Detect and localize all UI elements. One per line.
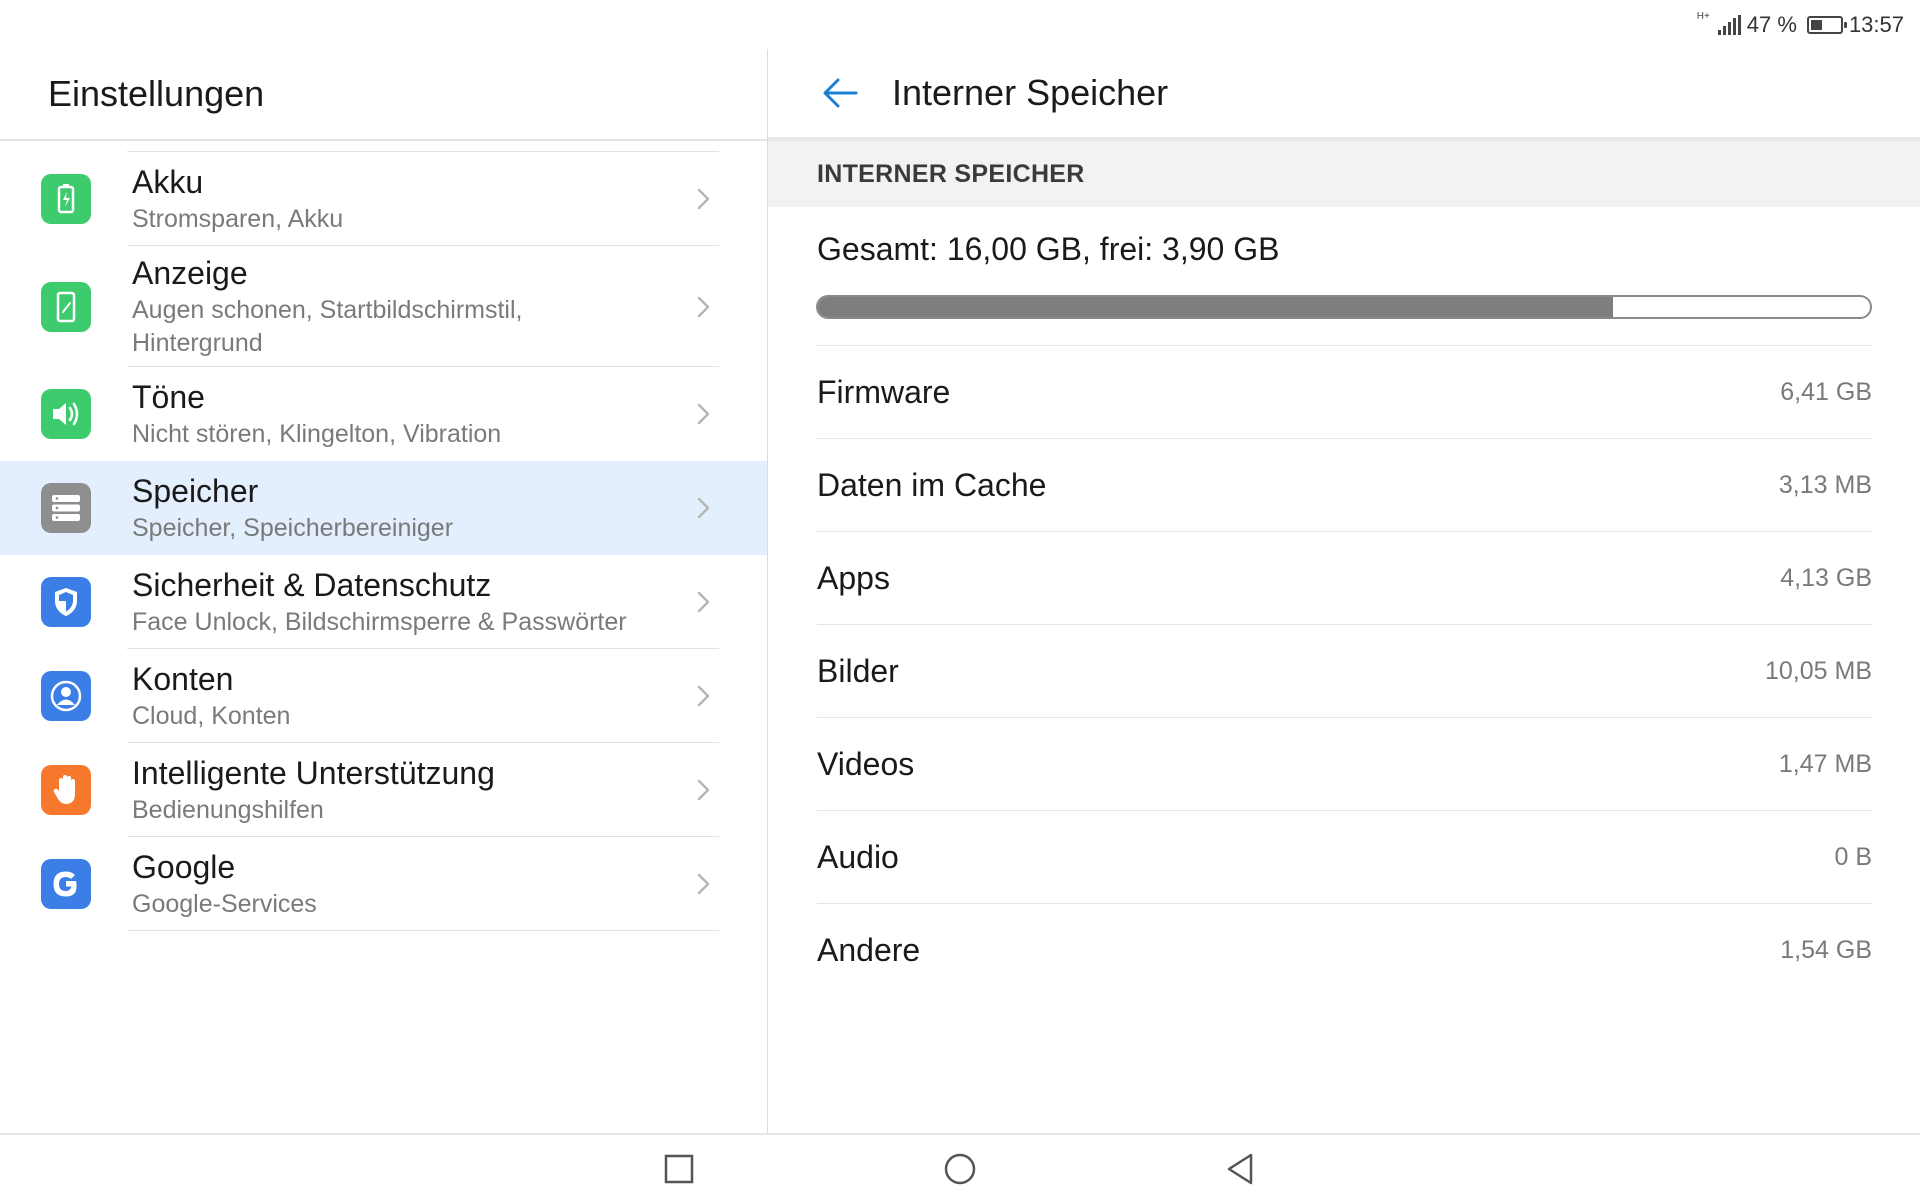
storage-row-value: 1,54 GB [1780, 936, 1872, 964]
sidebar-item-speicher[interactable]: Speicher Speicher, Speicherbereiniger [0, 461, 767, 555]
chevron-right-icon [691, 295, 715, 319]
square-icon [664, 1154, 694, 1184]
sidebar-item-label: Konten [132, 660, 234, 697]
sidebar-item-text: Töne Nicht stören, Klingelton, Vibration [132, 378, 692, 451]
sidebar-item-label: Sicherheit & Datenschutz [132, 566, 492, 603]
shield-icon [41, 577, 91, 627]
storage-breakdown-list: Firmware 6,41 GB Daten im Cache 3,13 MB Apps… [817, 345, 1872, 997]
battery-status-icon [1806, 16, 1847, 34]
storage-row-label: Audio [817, 838, 899, 875]
storage-row-videos[interactable]: Videos 1,47 MB [817, 718, 1872, 811]
sidebar-item-google[interactable]: Google Google-Services [0, 837, 767, 931]
storage-row-label: Daten im Cache [817, 466, 1047, 503]
hand-icon [41, 765, 91, 815]
sidebar-item-label: Google [132, 848, 236, 885]
chevron-right-icon [691, 402, 715, 426]
page-title: Interner Speicher [892, 72, 1169, 113]
sidebar-item-label: Töne [132, 378, 205, 415]
sidebar-item-subtitle: Google-Services [132, 889, 317, 918]
chevron-right-icon [691, 496, 715, 520]
signal-icon [1717, 15, 1741, 35]
arrow-left-icon [823, 78, 858, 108]
sidebar-item-subtitle: Speicher, Speicherbereiniger [132, 513, 454, 542]
sidebar-item-text: Konten Cloud, Konten [132, 660, 692, 733]
storage-row-apps[interactable]: Apps 4,13 GB [817, 532, 1872, 625]
recent-apps-button[interactable] [659, 1149, 699, 1189]
storage-row-label: Andere [817, 932, 921, 968]
sidebar-item-label: Intelligente Unterstützung [132, 754, 495, 791]
storage-row-label: Bilder [817, 652, 899, 689]
sidebar-item-konten[interactable]: Konten Cloud, Konten [0, 649, 767, 743]
storage-row-label: Videos [817, 745, 915, 782]
storage-row-label: Firmware [817, 373, 951, 410]
chevron-right-icon [691, 684, 715, 708]
settings-title: Einstellungen [0, 49, 767, 141]
sidebar-item-akku[interactable]: Akku Stromsparen, Akku [0, 152, 767, 246]
sidebar-item-intelligente-unterstützung[interactable]: Intelligente Unterstützung Bedienungshilf… [0, 743, 767, 837]
list-divider [127, 930, 719, 931]
storage-row-andere[interactable]: Andere 1,54 GB [817, 904, 1872, 997]
chevron-right-icon [691, 872, 715, 896]
sidebar-item-töne[interactable]: Töne Nicht stören, Klingelton, Vibration [0, 367, 767, 461]
sidebar-item-text: Anzeige Augen schonen, Startbildschirmsti… [132, 254, 692, 360]
sidebar-item-subtitle: Face Unlock, Bildschirmsperre & Passwört… [132, 607, 627, 636]
battery-percent: 47 % [1746, 12, 1797, 37]
sidebar-item-text: Google Google-Services [132, 848, 692, 921]
chevron-right-icon [691, 590, 715, 614]
sidebar-item-subtitle: Nicht stören, Klingelton, Vibration [132, 419, 502, 448]
sidebar-item-label: Speicher [132, 472, 259, 509]
battery-icon [41, 174, 91, 224]
storage-row-value: 4,13 GB [1780, 563, 1872, 592]
sidebar-item-sicherheit-datenschutz[interactable]: Sicherheit & Datenschutz Face Unlock, Bil… [0, 555, 767, 649]
settings-list: Akku Stromsparen, Akku Anzeige Augen schone… [0, 151, 767, 931]
circle-icon [944, 1153, 976, 1185]
storage-row-daten-im-cache[interactable]: Daten im Cache 3,13 MB [817, 439, 1872, 532]
sidebar-item-text: Akku Stromsparen, Akku [132, 163, 692, 236]
navigation-bar [0, 1133, 1920, 1200]
storage-row-value: 3,13 MB [1778, 470, 1872, 499]
storage-row-value: 6,41 GB [1780, 377, 1872, 406]
storage-row-firmware[interactable]: Firmware 6,41 GB [817, 346, 1872, 439]
back-button[interactable] [810, 63, 870, 123]
chevron-right-icon [691, 778, 715, 802]
google-icon [41, 859, 91, 909]
sidebar-item-subtitle: Stromsparen, Akku [132, 204, 344, 233]
triangle-back-icon [1227, 1153, 1253, 1185]
clock: 13:57 [1848, 12, 1904, 37]
sidebar-item-text: Intelligente Unterstützung Bedienungshilf… [132, 754, 692, 827]
storage-row-bilder[interactable]: Bilder 10,05 MB [817, 625, 1872, 718]
storage-icon [41, 483, 91, 533]
storage-row-audio[interactable]: Audio 0 B [817, 811, 1872, 904]
storage-detail-pane: Interner Speicher INTERNER SPEICHER Gesa… [768, 49, 1920, 1133]
chevron-right-icon [691, 187, 715, 211]
sidebar-item-subtitle: Cloud, Konten [132, 701, 291, 730]
settings-list-pane: Einstellungen Akku Stromsparen, Akku Anzei… [0, 49, 767, 1133]
sidebar-item-subtitle: Bedienungshilfen [132, 795, 324, 824]
display-icon [41, 281, 91, 332]
status-icons: H+ 47 % 13:57 [1697, 10, 1904, 40]
storage-usage-bar [816, 295, 1872, 319]
storage-row-value: 1,47 MB [1778, 749, 1872, 778]
storage-summary: Gesamt: 16,00 GB, frei: 3,90 GB [817, 231, 1280, 267]
storage-row-label: Apps [817, 559, 890, 596]
sidebar-item-subtitle: Augen schonen, Startbildschirmstil, Hint… [132, 295, 523, 357]
detail-header: Interner Speicher [768, 49, 1920, 141]
storage-row-value: 0 B [1834, 842, 1872, 871]
home-button[interactable] [940, 1149, 980, 1189]
sidebar-item-label: Anzeige [132, 254, 248, 291]
sidebar-item-text: Speicher Speicher, Speicherbereiniger [132, 472, 692, 545]
status-bar: H+ 47 % 13:57 [0, 0, 1920, 49]
back-nav-button[interactable] [1220, 1149, 1260, 1189]
account-icon [41, 671, 91, 721]
sidebar-item-text: Sicherheit & Datenschutz Face Unlock, Bil… [132, 566, 692, 639]
sidebar-item-label: Akku [132, 163, 204, 200]
storage-usage-fill [818, 297, 1614, 317]
storage-row-value: 10,05 MB [1764, 656, 1872, 685]
sidebar-item-anzeige[interactable]: Anzeige Augen schonen, Startbildschirmsti… [0, 246, 767, 367]
section-header: INTERNER SPEICHER [768, 141, 1920, 207]
speaker-icon [41, 389, 91, 439]
network-type-label: H+ [1696, 11, 1710, 22]
